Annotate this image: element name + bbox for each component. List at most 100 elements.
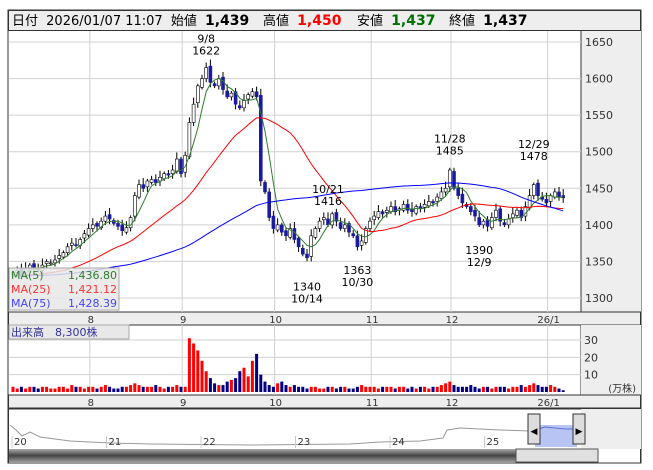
candle-body <box>65 246 70 253</box>
volume-bar <box>141 386 145 392</box>
volume-bar <box>221 385 225 392</box>
candle-body <box>292 228 297 240</box>
volume-bar <box>397 386 401 392</box>
volume-bar <box>549 385 553 392</box>
navigator-year-label: 22 <box>203 437 216 448</box>
volume-bar <box>238 371 242 392</box>
volume-bar <box>61 386 65 392</box>
volume-bar <box>431 386 435 392</box>
candle-body <box>447 169 452 188</box>
price-tick-label: 1550 <box>585 109 613 122</box>
volume-bar <box>322 388 326 392</box>
open-label: 始値 <box>171 13 197 29</box>
candle-body <box>405 204 410 211</box>
low-value: 1,437 <box>391 13 435 29</box>
volume-bar <box>124 386 128 392</box>
candle-body <box>481 220 486 226</box>
candle-body <box>502 222 507 226</box>
volume-bar <box>234 378 238 392</box>
volume-bar <box>490 388 494 392</box>
candle-body <box>275 224 280 231</box>
volume-bar <box>334 388 338 392</box>
volume-bar <box>40 386 44 392</box>
candle-body <box>246 94 250 100</box>
volume-bar <box>196 350 200 392</box>
volume-bar <box>192 343 196 392</box>
candle-body <box>242 100 246 109</box>
volume-bar <box>108 386 112 392</box>
annotation-price: 1485 <box>436 145 464 158</box>
volume-bar <box>305 388 309 392</box>
annotation-price: 1478 <box>520 150 548 163</box>
candle-body <box>414 206 419 214</box>
candle-body <box>154 179 158 183</box>
navigator-year-label: 24 <box>392 437 405 448</box>
volume-bar <box>456 386 460 392</box>
navigator-year-label: 20 <box>14 437 27 448</box>
right-arrow-icon: ▶ <box>576 427 583 437</box>
volume-bar <box>49 388 53 392</box>
ma25-label: MA(25) <box>11 283 51 296</box>
candle-body <box>279 224 284 233</box>
volume-tick-label: 30 <box>584 334 598 347</box>
ma25-value: 1,421.12 <box>68 283 117 296</box>
volume-bar <box>112 388 116 392</box>
month-tick-label: 9 <box>180 398 186 409</box>
volume-bar <box>452 385 456 392</box>
volume-bar <box>213 383 217 392</box>
month-tick-label: 8 <box>88 398 94 409</box>
candle-body <box>531 184 536 196</box>
scrollbar-thumb[interactable] <box>515 448 599 463</box>
volume-bar <box>263 381 267 392</box>
volume-bar <box>82 388 86 392</box>
volume-bar <box>376 388 380 392</box>
candle-body <box>48 262 53 265</box>
candle-body <box>300 247 305 255</box>
candle-body <box>296 237 301 248</box>
month-tick-label: 26/1 <box>537 315 559 326</box>
high-value: 1,450 <box>297 13 342 29</box>
candle-body <box>120 224 124 232</box>
navigator-right-pad <box>581 409 641 449</box>
volume-bar <box>418 386 422 392</box>
candle-body <box>229 92 234 98</box>
volume-bar <box>175 385 179 392</box>
candle-body <box>544 198 549 204</box>
ma5-label: MA(5) <box>11 269 44 282</box>
price-tick-label: 1350 <box>585 255 613 268</box>
volume-bar <box>301 386 305 392</box>
candle-body <box>74 244 78 246</box>
volume-bar <box>145 386 149 392</box>
volume-bar <box>460 386 464 392</box>
candle-body <box>477 217 482 226</box>
volume-bar <box>339 386 343 392</box>
candle-body <box>456 187 461 196</box>
ma75-label: MA(75) <box>11 297 51 310</box>
volume-bar <box>309 386 313 392</box>
candle-body <box>342 224 347 229</box>
volume-bar <box>28 386 32 392</box>
candle-body <box>212 83 217 87</box>
month-tick-label: 12 <box>446 398 459 409</box>
volume-bar <box>120 386 124 392</box>
candle-body <box>196 85 200 104</box>
volume-bar <box>393 388 397 392</box>
low-label: 安値 <box>357 13 383 29</box>
scrollbar-track[interactable] <box>9 449 516 462</box>
volume-bar <box>410 386 414 392</box>
volume-bar <box>414 388 418 392</box>
volume-tick-label: 20 <box>584 351 598 364</box>
volume-bar <box>402 386 406 392</box>
volume-bar <box>523 386 527 392</box>
candle-body <box>313 228 318 238</box>
candle-body <box>204 67 208 79</box>
candle-body <box>443 187 448 193</box>
volume-bar <box>360 385 364 392</box>
candle-body <box>431 201 435 204</box>
candle-body <box>389 206 393 212</box>
candle-body <box>351 233 356 237</box>
volume-bar <box>536 385 540 392</box>
volume-bar <box>364 386 368 392</box>
candle-body <box>91 224 95 229</box>
candle-body <box>179 158 183 174</box>
